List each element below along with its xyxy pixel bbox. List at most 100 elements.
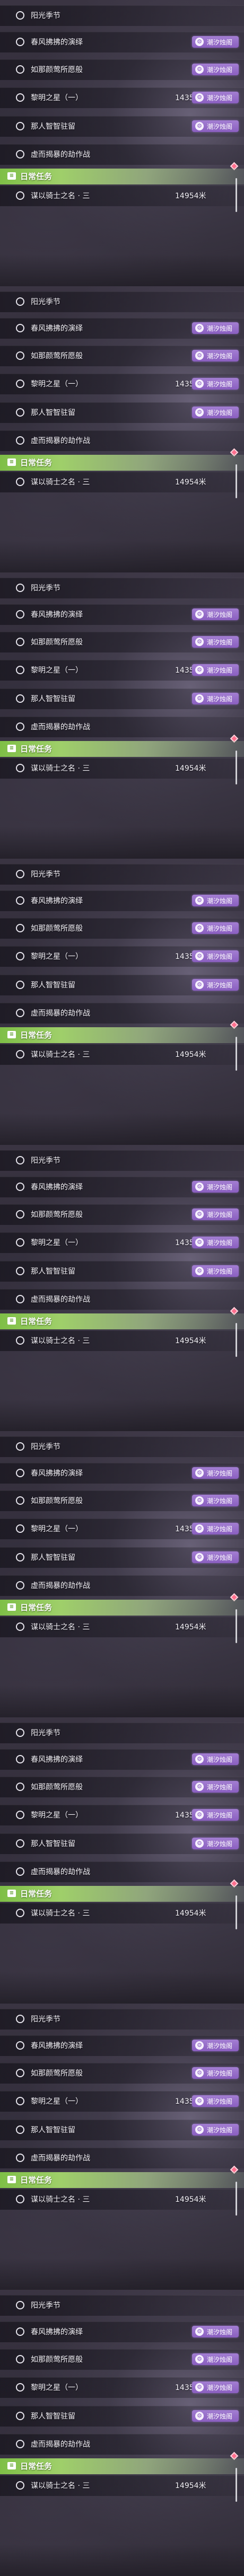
task-row[interactable]: 虚而揭暴的劫作战 (0, 1575, 244, 1596)
task-row[interactable]: 黎明之星（一） 14355米 ⚙ 潮汐烛阁 (0, 946, 244, 967)
task-row[interactable]: 春风拂拂的演绎 ⚙ 潮汐烛阁 (0, 32, 244, 52)
region-badge[interactable]: ⚙ 潮汐烛阁 (192, 2095, 239, 2107)
region-badge[interactable]: ⚙ 潮汐烛阁 (192, 322, 239, 334)
daily-task-row[interactable]: 谋以骑士之名 · 三 14954米 (0, 472, 244, 492)
task-row[interactable]: 黎明之星（一） 14355米 ⚙ 潮汐烛阁 (0, 1805, 244, 1825)
region-badge[interactable]: ⚙ 潮汐烛阁 (192, 636, 239, 648)
task-row[interactable]: 虚而揭暴的劫作战 (0, 1862, 244, 1882)
task-row[interactable]: 阳光季节 (0, 1150, 244, 1171)
task-row[interactable]: 黎明之星（一） 14355米 ⚙ 潮汐烛阁 (0, 2377, 244, 2398)
task-row[interactable]: 那人智智驻留 ⚙ 潮汐烛阁 (0, 2120, 244, 2140)
scroll-indicator[interactable] (236, 1037, 237, 1071)
region-badge[interactable]: ⚙ 潮汐烛阁 (192, 895, 239, 906)
task-row[interactable]: 如那颜莺所愿般 ⚙ 潮汐烛阁 (0, 2063, 244, 2084)
task-row[interactable]: 如那颜莺所愿般 ⚙ 潮汐烛阁 (0, 1204, 244, 1225)
task-row[interactable]: 春风拂拂的演绎 ⚙ 潮汐烛阁 (0, 2322, 244, 2342)
task-row[interactable]: 阳光季节 (0, 864, 244, 885)
task-row[interactable]: 黎明之星（一） 14355米 ⚙ 潮汐烛阁 (0, 2091, 244, 2112)
daily-task-row[interactable]: 谋以骑士之名 · 三 14954米 (0, 1903, 244, 1924)
region-badge[interactable]: ⚙ 潮汐烛阁 (192, 1523, 239, 1534)
daily-tasks-header[interactable]: ≡ 日常任务 (0, 2458, 244, 2474)
daily-task-row[interactable]: 谋以骑士之名 · 三 14954米 (0, 186, 244, 206)
task-row[interactable]: 春风拂拂的演绎 ⚙ 潮汐烛阁 (0, 604, 244, 625)
task-row[interactable]: 春风拂拂的演绎 ⚙ 潮汐烛阁 (0, 890, 244, 911)
scroll-indicator[interactable] (236, 751, 237, 784)
region-badge[interactable]: ⚙ 潮汐烛阁 (192, 2353, 239, 2365)
daily-task-row[interactable]: 谋以骑士之名 · 三 14954米 (0, 1044, 244, 1065)
task-row[interactable]: 黎明之星（一） 14355米 ⚙ 潮汐烛阁 (0, 1519, 244, 1539)
region-badge[interactable]: ⚙ 潮汐烛阁 (192, 2040, 239, 2051)
task-row[interactable]: 阳光季节 (0, 1436, 244, 1457)
task-row[interactable]: 虚而揭暴的劫作战 (0, 2434, 244, 2455)
region-badge[interactable]: ⚙ 潮汐烛阁 (192, 120, 239, 132)
task-row[interactable]: 黎明之星（一） 14355米 ⚙ 潮汐烛阁 (0, 1232, 244, 1253)
region-badge[interactable]: ⚙ 潮汐烛阁 (192, 1753, 239, 1765)
task-row[interactable]: 如那颜莺所愿般 ⚙ 潮汐烛阁 (0, 1777, 244, 1797)
task-row[interactable]: 那人智智驻留 ⚙ 潮汐烛阁 (0, 1547, 244, 1568)
region-badge[interactable]: ⚙ 潮汐烛阁 (192, 1809, 239, 1821)
scroll-indicator[interactable] (236, 2468, 237, 2502)
region-badge[interactable]: ⚙ 潮汐烛阁 (192, 64, 239, 75)
region-badge[interactable]: ⚙ 潮汐烛阁 (192, 92, 239, 103)
task-row[interactable]: 那人智智驻留 ⚙ 潮汐烛阁 (0, 402, 244, 423)
region-badge[interactable]: ⚙ 潮汐烛阁 (192, 1781, 239, 1793)
daily-tasks-header[interactable]: ≡ 日常任务 (0, 455, 244, 471)
task-row[interactable]: 如那颜莺所愿般 ⚙ 潮汐烛阁 (0, 346, 244, 366)
scroll-indicator[interactable] (236, 1895, 237, 1929)
region-badge[interactable]: ⚙ 潮汐烛阁 (192, 2326, 239, 2337)
daily-tasks-header[interactable]: ≡ 日常任务 (0, 169, 244, 184)
task-row[interactable]: 那人智智驻留 ⚙ 潮汐烛阁 (0, 1261, 244, 1282)
task-row[interactable]: 那人智智驻留 ⚙ 潮汐烛阁 (0, 1833, 244, 1854)
region-badge[interactable]: ⚙ 潮汐烛阁 (192, 1838, 239, 1849)
daily-tasks-header[interactable]: ≡ 日常任务 (0, 741, 244, 757)
task-row[interactable]: 春风拂拂的演绎 ⚙ 潮汐烛阁 (0, 2035, 244, 2056)
region-badge[interactable]: ⚙ 潮汐烛阁 (192, 1181, 239, 1193)
region-badge[interactable]: ⚙ 潮汐烛阁 (192, 2381, 239, 2393)
region-badge[interactable]: ⚙ 潮汐烛阁 (192, 2067, 239, 2079)
region-badge[interactable]: ⚙ 潮汐烛阁 (192, 1551, 239, 1563)
task-row[interactable]: 那人智智驻留 ⚙ 潮汐烛阁 (0, 975, 244, 995)
region-badge[interactable]: ⚙ 潮汐烛阁 (192, 922, 239, 934)
region-badge[interactable]: ⚙ 潮汐烛阁 (192, 1467, 239, 1479)
daily-task-row[interactable]: 谋以骑士之名 · 三 14954米 (0, 1330, 244, 1351)
task-row[interactable]: 那人智智驻留 ⚙ 潮汐烛阁 (0, 689, 244, 709)
task-row[interactable]: 如那颜莺所愿般 ⚙ 潮汐烛阁 (0, 59, 244, 80)
task-row[interactable]: 春风拂拂的演绎 ⚙ 潮汐烛阁 (0, 1177, 244, 1197)
region-badge[interactable]: ⚙ 潮汐烛阁 (192, 2124, 239, 2136)
scroll-indicator[interactable] (236, 178, 237, 212)
task-row[interactable]: 阳光季节 (0, 5, 244, 26)
task-row[interactable]: 黎明之星（一） 14355米 ⚙ 潮汐烛阁 (0, 660, 244, 681)
daily-tasks-header[interactable]: ≡ 日常任务 (0, 1886, 244, 1902)
task-row[interactable]: 春风拂拂的演绎 ⚙ 潮汐烛阁 (0, 1749, 244, 1770)
task-row[interactable]: 虚而揭暴的劫作战 (0, 1289, 244, 1310)
region-badge[interactable]: ⚙ 潮汐烛阁 (192, 950, 239, 962)
region-badge[interactable]: ⚙ 潮汐烛阁 (192, 1237, 239, 1248)
region-badge[interactable]: ⚙ 潮汐烛阁 (192, 378, 239, 390)
scroll-indicator[interactable] (236, 1609, 237, 1643)
daily-tasks-header[interactable]: ≡ 日常任务 (0, 1027, 244, 1043)
daily-tasks-header[interactable]: ≡ 日常任务 (0, 2172, 244, 2188)
task-row[interactable]: 阳光季节 (0, 578, 244, 598)
region-badge[interactable]: ⚙ 潮汐烛阁 (192, 1495, 239, 1506)
task-row[interactable]: 虚而揭暴的劫作战 (0, 1003, 244, 1024)
task-row[interactable]: 阳光季节 (0, 2009, 244, 2030)
region-badge[interactable]: ⚙ 潮汐烛阁 (192, 693, 239, 704)
daily-tasks-header[interactable]: ≡ 日常任务 (0, 1600, 244, 1616)
task-row[interactable]: 黎明之星（一） 14355米 ⚙ 潮汐烛阁 (0, 374, 244, 394)
region-badge[interactable]: ⚙ 潮汐烛阁 (192, 1265, 239, 1277)
region-badge[interactable]: ⚙ 潮汐烛阁 (192, 2410, 239, 2422)
scroll-indicator[interactable] (236, 464, 237, 498)
task-row[interactable]: 如那颜莺所愿般 ⚙ 潮汐烛阁 (0, 1490, 244, 1511)
task-row[interactable]: 如那颜莺所愿般 ⚙ 潮汐烛阁 (0, 2349, 244, 2370)
task-row[interactable]: 虚而揭暴的劫作战 (0, 144, 244, 165)
task-row[interactable]: 黎明之星（一） 14355米 ⚙ 潮汐烛阁 (0, 87, 244, 108)
region-badge[interactable]: ⚙ 潮汐烛阁 (192, 979, 239, 991)
daily-task-row[interactable]: 谋以骑士之名 · 三 14954米 (0, 758, 244, 779)
scroll-indicator[interactable] (236, 1323, 237, 1357)
task-row[interactable]: 如那颜莺所愿般 ⚙ 潮汐烛阁 (0, 632, 244, 652)
daily-task-row[interactable]: 谋以骑士之名 · 三 14954米 (0, 1617, 244, 1637)
task-row[interactable]: 阳光季节 (0, 2295, 244, 2316)
task-row[interactable]: 如那颜莺所愿般 ⚙ 潮汐烛阁 (0, 918, 244, 939)
task-row[interactable]: 虚而揭暴的劫作战 (0, 717, 244, 737)
task-row[interactable]: 虚而揭暴的劫作战 (0, 430, 244, 451)
